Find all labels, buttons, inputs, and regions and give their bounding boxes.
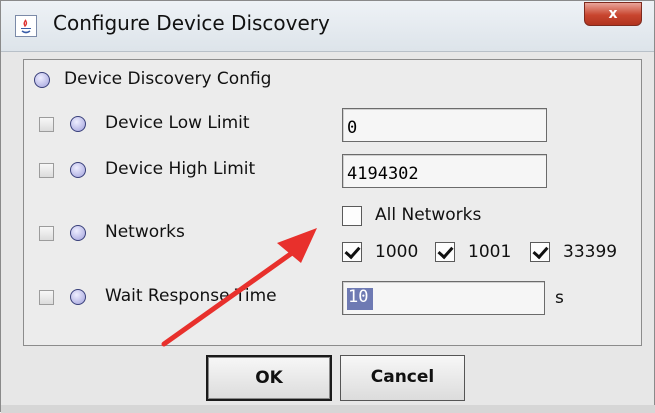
annotation-arrow-icon (161, 228, 317, 347)
dialog-window: Configure Device Discovery x Device Disc… (0, 0, 655, 413)
